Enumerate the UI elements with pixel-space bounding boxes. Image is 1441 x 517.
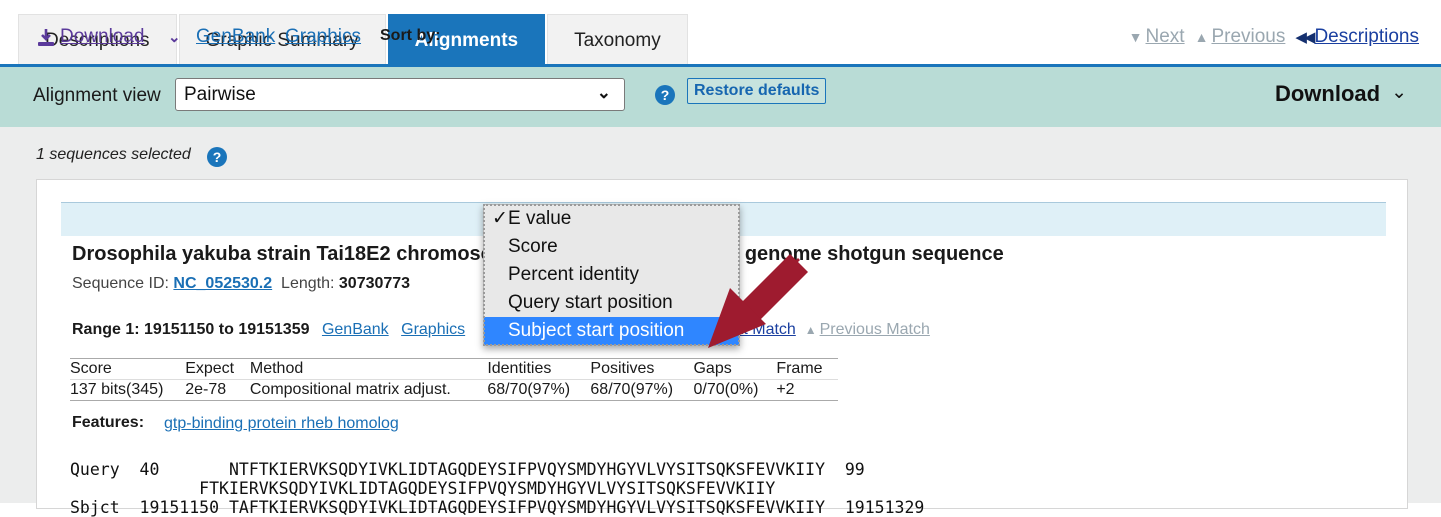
alignment-toolbar: Alignment view Pairwise ⌄ ? Restore defa…	[0, 67, 1441, 127]
sequence-id-label: Sequence ID:	[72, 275, 169, 292]
query-end: 99	[844, 460, 865, 479]
stats-value-frame: +2	[776, 379, 838, 401]
sequence-id-link[interactable]: NC_052530.2	[173, 275, 272, 292]
features-value-link[interactable]: gtp-binding protein rheb homolog	[164, 415, 399, 433]
download-top-label: Download	[1274, 81, 1381, 106]
midline: FTKIERVKSQDYIVKLIDTAGQDEYSIFPVQYSMDYHGYV…	[70, 479, 775, 498]
stats-header-expect: Expect	[185, 358, 250, 380]
stats-value-positives: 68/70(97%)	[590, 379, 694, 401]
query-label: Query	[70, 460, 120, 479]
sbjct-end: 19151329	[844, 498, 925, 517]
stats-value-gaps: 0/70(0%)	[693, 379, 777, 401]
sort-menu-item-score[interactable]: Score	[484, 233, 739, 261]
midline-seq: FTKIERVKSQDYIVKLIDTAGQDEYSIFPVQYSMDYHGYV…	[179, 479, 776, 498]
sbjct-seq: TAFTKIERVKSQDYIVKLIDTAGQDEYSIFPVQYSMDYHG…	[228, 498, 825, 517]
tab-taxonomy-label: Taxonomy	[574, 29, 661, 51]
download-icon	[36, 28, 56, 48]
alignment-stats-table: Score Expect Method Identities Positives…	[70, 358, 838, 401]
sort-menu-item-score-label: Score	[508, 236, 558, 257]
stats-header-identities: Identities	[487, 358, 591, 380]
sort-by-menu[interactable]: ✓E value Score Percent identity Query st…	[483, 204, 740, 346]
alignment-view-select[interactable]: Pairwise	[175, 78, 625, 111]
alignment-view-label: Alignment view	[33, 85, 161, 106]
card-genbank-link[interactable]: GenBank	[196, 26, 275, 48]
range-text: Range 1: 19151150 to 19151359	[72, 321, 310, 338]
range-genbank-link[interactable]: GenBank	[322, 321, 389, 338]
card-graphics-link[interactable]: Graphics	[285, 26, 361, 48]
sort-menu-item-query-start-position-label: Query start position	[508, 292, 673, 313]
previous-triangle-icon: ▲	[1194, 29, 1209, 45]
next-triangle-icon: ▼	[1128, 29, 1143, 45]
stats-value-method: Compositional matrix adjust.	[249, 379, 488, 401]
card-download-link[interactable]: Download	[60, 26, 145, 48]
sort-menu-item-subject-start-position-label: Subject start position	[508, 320, 685, 341]
tab-taxonomy[interactable]: Taxonomy	[547, 14, 688, 66]
blast-alignments-page: Descriptions Graphic Summary Alignments …	[0, 0, 1441, 517]
table-header-row: Score Expect Method Identities Positives…	[70, 358, 838, 380]
stats-value-score: 137 bits(345)	[70, 379, 186, 401]
sort-menu-item-query-start-position[interactable]: Query start position	[484, 289, 739, 317]
features-label: Features:	[72, 414, 145, 431]
previous-match-link[interactable]: Previous Match	[820, 321, 930, 338]
stats-header-frame: Frame	[776, 358, 838, 380]
sequences-selected-text: 1 sequences selected	[36, 146, 191, 163]
sort-menu-item-percent-identity[interactable]: Percent identity	[484, 261, 739, 289]
alignment-view-help-icon[interactable]: ?	[655, 85, 675, 105]
chevron-down-icon[interactable]: ⌄	[168, 28, 181, 46]
stats-header-positives: Positives	[590, 358, 694, 380]
restore-defaults-button[interactable]: Restore defaults	[687, 78, 827, 104]
sort-menu-item-e-value-label: E value	[508, 208, 572, 229]
sbjct-line: Sbjct 19151150 TAFTKIERVKSQDYIVKLIDTAGQD…	[70, 498, 924, 517]
range-row: Range 1: 19151150 to 19151359 GenBank Gr…	[72, 321, 465, 339]
chevron-down-icon: ⌄	[1391, 82, 1407, 103]
sort-menu-item-e-value[interactable]: ✓E value	[484, 205, 739, 233]
range-graphics-link[interactable]: Graphics	[401, 321, 465, 338]
stats-header-method: Method	[249, 358, 488, 380]
descriptions-link[interactable]: Descriptions	[1314, 26, 1419, 47]
stats-value-expect: 2e-78	[185, 379, 250, 401]
previous-match-triangle-icon: ▲	[804, 323, 817, 337]
check-icon: ✓	[492, 208, 508, 229]
sort-menu-item-subject-start-position[interactable]: Subject start position	[484, 317, 739, 345]
next-link[interactable]: Next	[1146, 26, 1185, 47]
sort-menu-item-percent-identity-label: Percent identity	[508, 264, 639, 285]
query-start: 40	[139, 460, 160, 479]
query-seq: NTFTKIERVKSQDYIVKLIDTAGQDEYSIFPVQYSMDYHG…	[228, 460, 825, 479]
card-nav-links: ▼ Next ▲ Previous ◀◀ Descriptions	[1129, 26, 1419, 48]
alignment-block: Query 40 NTFTKIERVKSQDYIVKLIDTAGQDEYSIFP…	[70, 460, 924, 517]
query-line: Query 40 NTFTKIERVKSQDYIVKLIDTAGQDEYSIFP…	[70, 460, 865, 479]
descriptions-arrow-icon: ◀◀	[1295, 29, 1315, 46]
length-value: 30730773	[338, 275, 411, 292]
stats-value-identities: 68/70(97%)	[487, 379, 591, 401]
alignment-view-select-wrap: Pairwise ⌄	[175, 78, 625, 111]
stats-header-score: Score	[70, 358, 186, 380]
hit-meta: Sequence ID: NC_052530.2 Length: 3073077…	[72, 275, 410, 293]
download-menu-top[interactable]: Download ⌄	[1275, 81, 1407, 107]
sort-by-label: Sort by:	[380, 27, 441, 44]
sequences-selected-help-icon[interactable]: ?	[207, 147, 227, 167]
sbjct-start: 19151150	[139, 498, 220, 517]
previous-link[interactable]: Previous	[1211, 26, 1285, 47]
table-row: 137 bits(345) 2e-78 Compositional matrix…	[70, 379, 838, 401]
length-label: Length:	[281, 275, 335, 292]
stats-header-gaps: Gaps	[693, 358, 777, 380]
sbjct-label: Sbjct	[70, 498, 120, 517]
